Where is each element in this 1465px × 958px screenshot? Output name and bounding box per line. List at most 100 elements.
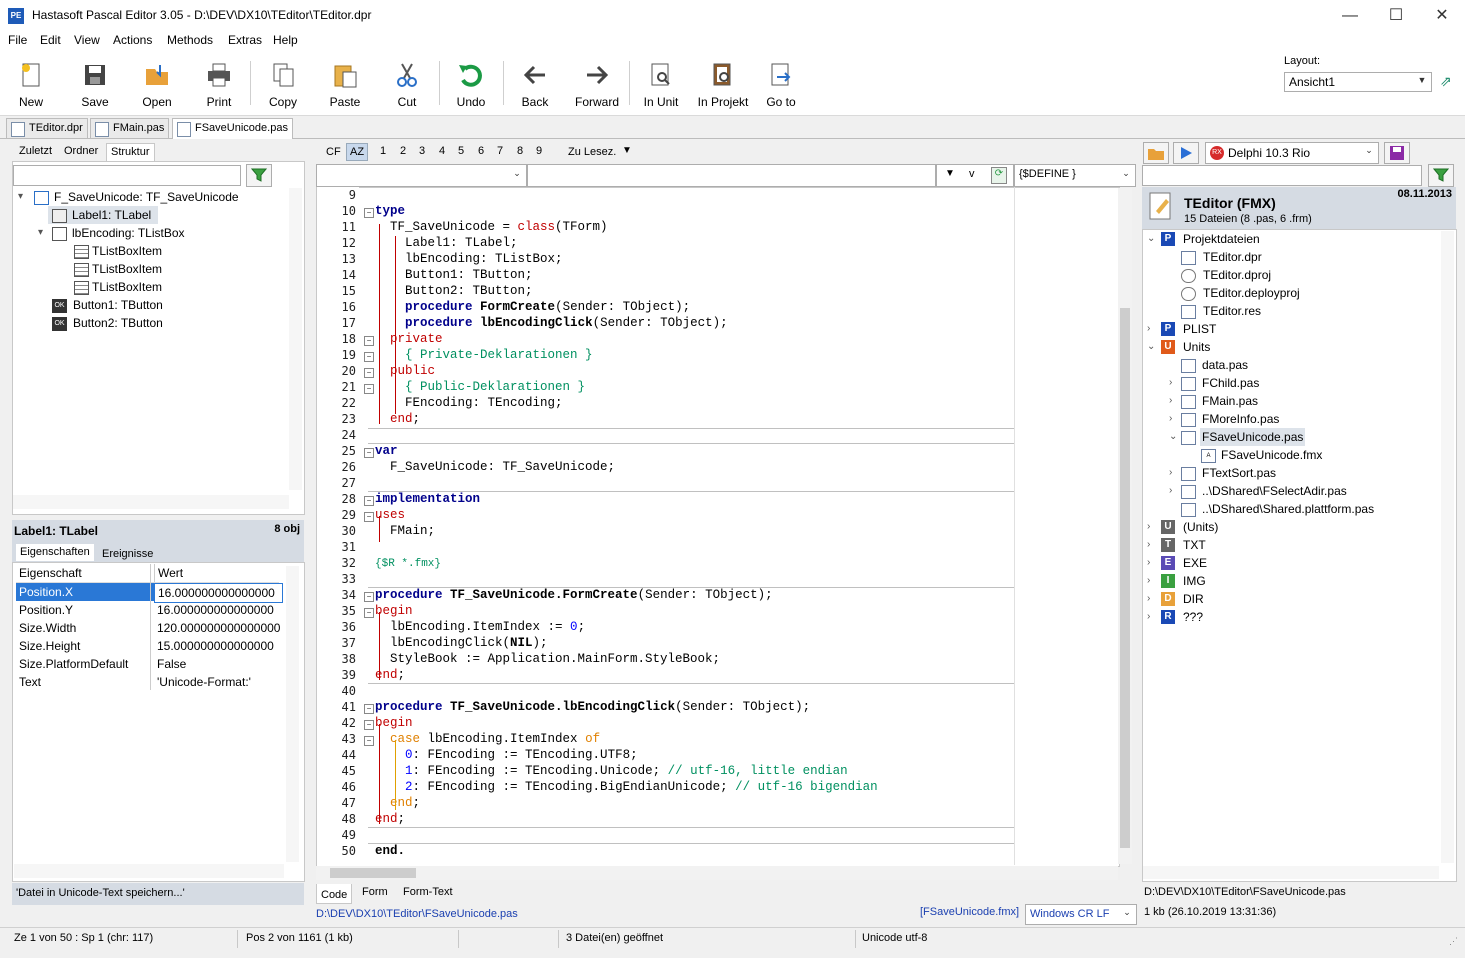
fold-toggle[interactable]: − <box>364 592 374 602</box>
bookmark-4-button[interactable]: 4 <box>439 145 445 157</box>
refresh-icon[interactable]: ⟳ <box>991 167 1007 184</box>
editor-vertical-scrollbar[interactable] <box>1118 188 1132 864</box>
open-button[interactable]: Open <box>127 59 187 111</box>
copy-button[interactable]: Copy <box>253 59 313 111</box>
project-filter-button[interactable] <box>1428 164 1454 187</box>
tab-code[interactable]: Code <box>316 884 353 904</box>
method-select[interactable] <box>527 164 936 187</box>
bookmark-2-button[interactable]: 2 <box>400 145 406 157</box>
find-in-project-button[interactable]: In Projekt <box>693 59 753 111</box>
minimize-button[interactable]: — <box>1327 0 1373 31</box>
form-file-link[interactable]: [FSaveUnicode.fmx] <box>920 906 1019 918</box>
structure-search-input[interactable] <box>13 165 241 186</box>
tab-fsaveunicode-pas[interactable]: FSaveUnicode.pas <box>172 118 293 139</box>
fold-toggle[interactable]: − <box>364 336 374 346</box>
project-vertical-scrollbar[interactable] <box>1441 231 1454 863</box>
define-select[interactable]: {$DEFINE } ⌄ <box>1014 164 1136 187</box>
layout-apply-icon[interactable]: ⇗ <box>1440 73 1456 89</box>
fold-toggle[interactable]: − <box>364 208 374 218</box>
menu-methods[interactable]: Methods <box>167 33 213 47</box>
menu-file[interactable]: File <box>8 33 27 47</box>
bookmark-3-button[interactable]: 3 <box>419 145 425 157</box>
cut-button[interactable]: Cut <box>377 59 437 111</box>
chevron-down-icon[interactable]: v <box>969 168 975 180</box>
menu-extras[interactable]: Extras <box>228 33 262 47</box>
close-button[interactable]: ✕ <box>1419 0 1465 31</box>
new-button[interactable]: New <box>1 59 61 111</box>
fold-toggle[interactable]: − <box>364 496 374 506</box>
property-vertical-scrollbar[interactable] <box>286 566 299 862</box>
fold-toggle[interactable]: − <box>364 704 374 714</box>
tab-teditor-dpr[interactable]: TEditor.dpr <box>6 118 88 138</box>
tab-zuletzt[interactable]: Zuletzt <box>15 143 56 160</box>
file-tabs: TEditor.dpr FMain.pas FSaveUnicode.pas <box>0 116 1465 139</box>
chevron-down-icon[interactable]: ▼ <box>622 145 632 156</box>
property-row[interactable]: Size.Height 15.000000000000000 <box>16 637 279 655</box>
tab-ereignisse[interactable]: Ereignisse <box>98 546 157 563</box>
bookmark-6-button[interactable]: 6 <box>478 145 484 157</box>
class-select[interactable]: ⌄ <box>316 164 527 187</box>
project-horizontal-scrollbar[interactable] <box>1143 866 1439 879</box>
bookmark-5-button[interactable]: 5 <box>458 145 464 157</box>
paste-button[interactable]: Paste <box>315 59 375 111</box>
menu-help[interactable]: Help <box>273 33 298 47</box>
property-row[interactable]: Size.Width 120.000000000000000 <box>16 619 280 637</box>
fold-toggle[interactable]: − <box>364 384 374 394</box>
resize-grip-icon[interactable]: ⋰ <box>1449 936 1458 947</box>
tree-node-label1[interactable]: Label1: TLabel <box>48 206 158 224</box>
scrollbar-thumb[interactable] <box>1120 308 1130 848</box>
fold-toggle[interactable]: − <box>364 448 374 458</box>
line-number: 16 <box>341 300 356 314</box>
menu-actions[interactable]: Actions <box>113 33 152 47</box>
triangle-down-icon[interactable]: ▼ <box>945 168 955 179</box>
forward-button[interactable]: Forward <box>567 59 627 111</box>
az-button[interactable]: AZ <box>346 143 369 161</box>
filter-button[interactable] <box>246 164 272 187</box>
back-button[interactable]: Back <box>505 59 565 111</box>
project-name: TEditor (FMX) <box>1184 195 1276 211</box>
structure-vertical-scrollbar[interactable] <box>289 188 302 490</box>
project-folder-button[interactable] <box>1143 142 1169 164</box>
fold-toggle[interactable]: − <box>364 720 374 730</box>
bookmark-1-button[interactable]: 1 <box>380 145 386 157</box>
layout-select[interactable]: Ansicht1 ▼ <box>1284 72 1432 92</box>
fold-toggle[interactable]: − <box>364 608 374 618</box>
goto-bookmark-button[interactable]: Zu Lesez. <box>568 146 616 158</box>
save-project-button[interactable] <box>1384 142 1410 164</box>
property-row[interactable]: Text 'Unicode-Format:' <box>16 673 279 691</box>
undo-button[interactable]: Undo <box>441 59 501 111</box>
tab-form-text[interactable]: Form-Text <box>399 884 457 901</box>
fold-toggle[interactable]: − <box>364 352 374 362</box>
compiler-select[interactable]: RX Delphi 10.3 Rio ⌄ <box>1205 142 1379 164</box>
property-row[interactable]: Position.Y 16.000000000000000 <box>16 601 279 619</box>
property-row[interactable]: Size.PlatformDefault False <box>16 655 279 673</box>
tab-fmain-pas[interactable]: FMain.pas <box>90 118 170 138</box>
tab-eigenschaften[interactable]: Eigenschaften <box>16 544 94 561</box>
tab-form[interactable]: Form <box>358 884 392 901</box>
property-row-selected[interactable]: Position.X 16.000000000000000 <box>16 583 283 603</box>
run-button[interactable] <box>1173 142 1199 164</box>
print-button[interactable]: Print <box>189 59 249 111</box>
menu-edit[interactable]: Edit <box>40 33 61 47</box>
code-line: var <box>375 444 398 458</box>
editor-horizontal-scrollbar[interactable] <box>316 866 1118 880</box>
menu-view[interactable]: View <box>74 33 100 47</box>
fold-toggle[interactable]: − <box>364 736 374 746</box>
line-ending-select[interactable]: Windows CR LF ⌄ <box>1025 904 1137 925</box>
bookmark-7-button[interactable]: 7 <box>497 145 503 157</box>
bookmark-8-button[interactable]: 8 <box>517 145 523 157</box>
cf-button[interactable]: CF <box>326 146 341 158</box>
find-in-unit-button[interactable]: In Unit <box>631 59 691 111</box>
maximize-button[interactable]: ☐ <box>1373 0 1419 31</box>
tab-ordner[interactable]: Ordner <box>60 143 102 160</box>
fold-toggle[interactable]: − <box>364 512 374 522</box>
bookmark-9-button[interactable]: 9 <box>536 145 542 157</box>
structure-horizontal-scrollbar[interactable] <box>13 495 289 509</box>
go-to-button[interactable]: Go to <box>751 59 811 111</box>
scrollbar-thumb[interactable] <box>330 868 416 878</box>
fold-toggle[interactable]: − <box>364 368 374 378</box>
property-horizontal-scrollbar[interactable] <box>14 864 284 878</box>
save-button[interactable]: Save <box>65 59 125 111</box>
tab-struktur[interactable]: Struktur <box>106 143 155 161</box>
project-search-input[interactable] <box>1142 165 1422 186</box>
